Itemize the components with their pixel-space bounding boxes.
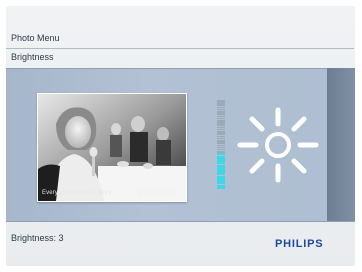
- meter-segment: [217, 113, 225, 115]
- meter-segment: [217, 144, 225, 146]
- sun-icon: [237, 107, 319, 183]
- meter-segment: [217, 122, 225, 124]
- meter-segment: [217, 126, 225, 129]
- meter-segment: [217, 164, 225, 167]
- meter-segment: [217, 153, 225, 156]
- meter-segment: [217, 182, 225, 185]
- meter-segment: [217, 137, 225, 140]
- brightness-status: Brightness: 3: [11, 233, 64, 243]
- meter-segment: [217, 140, 225, 142]
- meter-segment: [217, 157, 225, 160]
- page-title: Brightness: [11, 52, 54, 62]
- meter-segment: [217, 168, 225, 171]
- meter-segment: [217, 102, 225, 104]
- meter-segment: [217, 117, 225, 120]
- meter-segment: [217, 151, 225, 153]
- meter-segment: [217, 166, 225, 169]
- meter-segment: [217, 135, 225, 138]
- breadcrumb: Photo Menu: [11, 33, 60, 43]
- divider: [6, 221, 355, 222]
- content-band: Every picture tells a story PHILIPS: [6, 68, 355, 222]
- photo-image: [38, 94, 186, 201]
- meter-segment: [217, 177, 225, 180]
- brightness-meter[interactable]: [217, 100, 225, 189]
- meter-segment: [217, 128, 225, 131]
- meter-segment: [217, 100, 225, 102]
- meter-segment: [217, 131, 225, 133]
- photo-caption: Every picture tells a story: [42, 190, 112, 196]
- meter-segment: [217, 120, 225, 122]
- meter-segment: [217, 124, 225, 126]
- preview-photo: Every picture tells a story PHILIPS: [37, 93, 187, 202]
- meter-segment: [217, 104, 225, 106]
- meter-segment: [217, 108, 225, 111]
- photo-logo: PHILIPS: [138, 188, 178, 198]
- divider: [6, 48, 354, 49]
- meter-segment: [217, 146, 225, 149]
- meter-segment: [217, 148, 225, 151]
- meter-segment: [217, 115, 225, 118]
- meter-segment: [217, 180, 225, 183]
- meter-segment: [217, 133, 225, 135]
- brand-logo: PHILIPS: [275, 238, 324, 250]
- meter-segment: [217, 162, 225, 165]
- meter-segment: [217, 111, 225, 113]
- meter-segment: [217, 171, 225, 174]
- meter-segment: [217, 175, 225, 178]
- divider: [6, 68, 355, 69]
- meter-segment: [217, 142, 225, 144]
- meter-segment: [217, 184, 225, 187]
- meter-segment: [217, 173, 225, 176]
- meter-segment: [217, 106, 225, 109]
- meter-segment: [217, 186, 225, 189]
- side-panel: [327, 68, 355, 222]
- meter-segment: [217, 160, 225, 163]
- meter-segment: [217, 155, 225, 158]
